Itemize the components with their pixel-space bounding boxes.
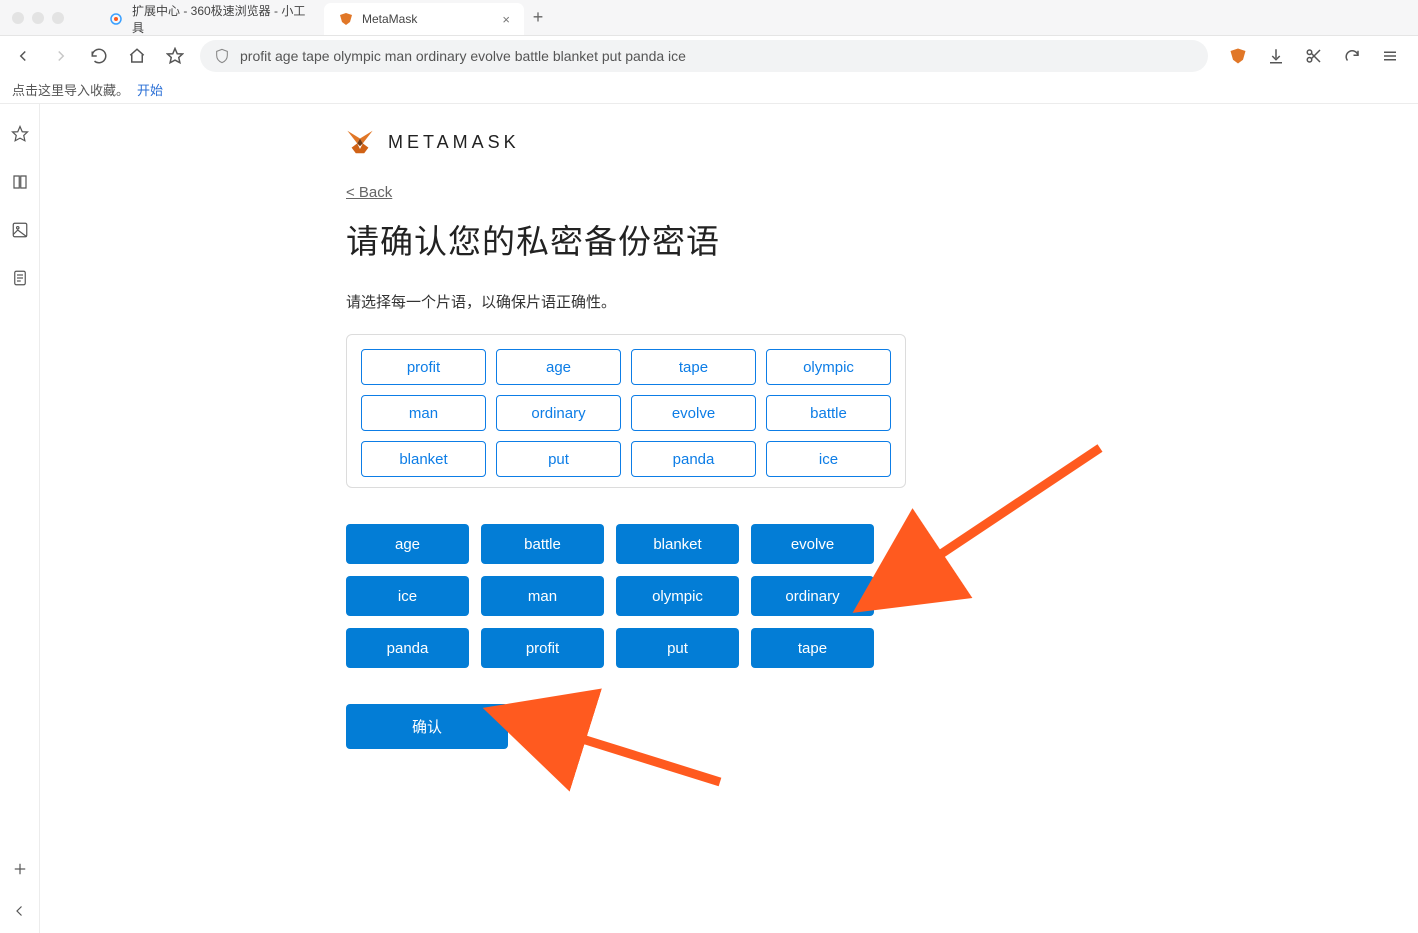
disc-favicon-icon	[108, 11, 124, 27]
seed-chip[interactable]: tape	[631, 349, 756, 385]
toolbar	[0, 36, 1418, 76]
word-selection-grid: age battle blanket evolve iceman olympic ordin…	[346, 524, 874, 668]
word-button[interactable]: profit	[481, 628, 604, 668]
address-input[interactable]	[240, 48, 1194, 64]
fox-favicon-icon	[338, 11, 354, 27]
seed-chip[interactable]: evolve	[631, 395, 756, 431]
fox-icon	[346, 128, 374, 156]
tab-title: 扩展中心 - 360极速浏览器 - 小工具	[132, 2, 310, 36]
seed-chip[interactable]: ordinary	[496, 395, 621, 431]
seed-chip[interactable]: put	[496, 441, 621, 477]
traffic-lights	[8, 12, 74, 24]
forward-button[interactable]	[48, 43, 74, 69]
bookmark-hint: 点击这里导入收藏。	[12, 80, 129, 99]
bookmark-bar: 点击这里导入收藏。 开始	[0, 76, 1418, 104]
toolbar-right	[1220, 46, 1408, 66]
tab-close-icon[interactable]: ×	[502, 12, 510, 27]
seed-phrase-box: profit agetape olympic man ordinary evolve bat…	[346, 334, 906, 488]
word-button[interactable]: olympic	[616, 576, 739, 616]
seed-chip[interactable]: olympic	[766, 349, 891, 385]
menu-icon[interactable]	[1380, 46, 1400, 66]
browser-tab[interactable]: MetaMask ×	[324, 3, 524, 35]
zoom-window-button[interactable]	[52, 12, 64, 24]
gallery-icon[interactable]	[10, 220, 30, 240]
word-button[interactable]: evolve	[751, 524, 874, 564]
home-button[interactable]	[124, 43, 150, 69]
brand-word: METAMASK	[388, 132, 520, 153]
tabs-container: 扩展中心 - 360极速浏览器 - 小工具 MetaMask ×	[94, 0, 524, 35]
content-area: METAMASK < Back 请确认您的私密备份密语 请选择每一个片语，以确保…	[40, 104, 1418, 933]
add-icon[interactable]	[10, 859, 30, 879]
scissors-icon[interactable]	[1304, 46, 1324, 66]
collapse-icon[interactable]	[10, 901, 30, 921]
minimize-window-button[interactable]	[32, 12, 44, 24]
word-button[interactable]: battle	[481, 524, 604, 564]
page-title: 请确认您的私密备份密语	[346, 215, 906, 263]
word-button[interactable]: blanket	[616, 524, 739, 564]
undo-icon[interactable]	[1342, 46, 1362, 66]
download-icon[interactable]	[1266, 46, 1286, 66]
word-button[interactable]: age	[346, 524, 469, 564]
close-window-button[interactable]	[12, 12, 24, 24]
browser-tab[interactable]: 扩展中心 - 360极速浏览器 - 小工具	[94, 3, 324, 35]
word-button[interactable]: ordinary	[751, 576, 874, 616]
brand: METAMASK	[346, 128, 906, 156]
seed-chip[interactable]: ice	[766, 441, 891, 477]
notes-icon[interactable]	[10, 268, 30, 288]
back-link[interactable]: < Back	[346, 184, 392, 201]
back-button[interactable]	[10, 43, 36, 69]
shield-icon	[214, 48, 230, 64]
seed-chip[interactable]: panda	[631, 441, 756, 477]
reload-button[interactable]	[86, 43, 112, 69]
word-button[interactable]: put	[616, 628, 739, 668]
page-subtitle: 请选择每一个片语，以确保片语正确性。	[346, 291, 906, 312]
reading-icon[interactable]	[10, 172, 30, 192]
metamask-extension-icon[interactable]	[1228, 46, 1248, 66]
word-button[interactable]: tape	[751, 628, 874, 668]
annotation-arrow-1	[900, 438, 1120, 601]
seed-chip[interactable]: age	[496, 349, 621, 385]
word-button[interactable]: man	[481, 576, 604, 616]
bookmark-start-link[interactable]: 开始	[137, 80, 163, 99]
word-button[interactable]: ice	[346, 576, 469, 616]
favorite-button[interactable]	[162, 43, 188, 69]
titlebar: 扩展中心 - 360极速浏览器 - 小工具 MetaMask × +	[0, 0, 1418, 36]
seed-chip[interactable]: blanket	[361, 441, 486, 477]
seed-chip[interactable]: profit	[361, 349, 486, 385]
tab-title: MetaMask	[362, 12, 417, 26]
word-button[interactable]: panda	[346, 628, 469, 668]
new-tab-button[interactable]: +	[524, 4, 552, 32]
seed-chip[interactable]: man	[361, 395, 486, 431]
confirm-button[interactable]: 确认	[346, 704, 508, 749]
favorites-icon[interactable]	[10, 124, 30, 144]
address-bar[interactable]	[200, 40, 1208, 72]
seed-chip[interactable]: battle	[766, 395, 891, 431]
left-rail	[0, 104, 40, 933]
